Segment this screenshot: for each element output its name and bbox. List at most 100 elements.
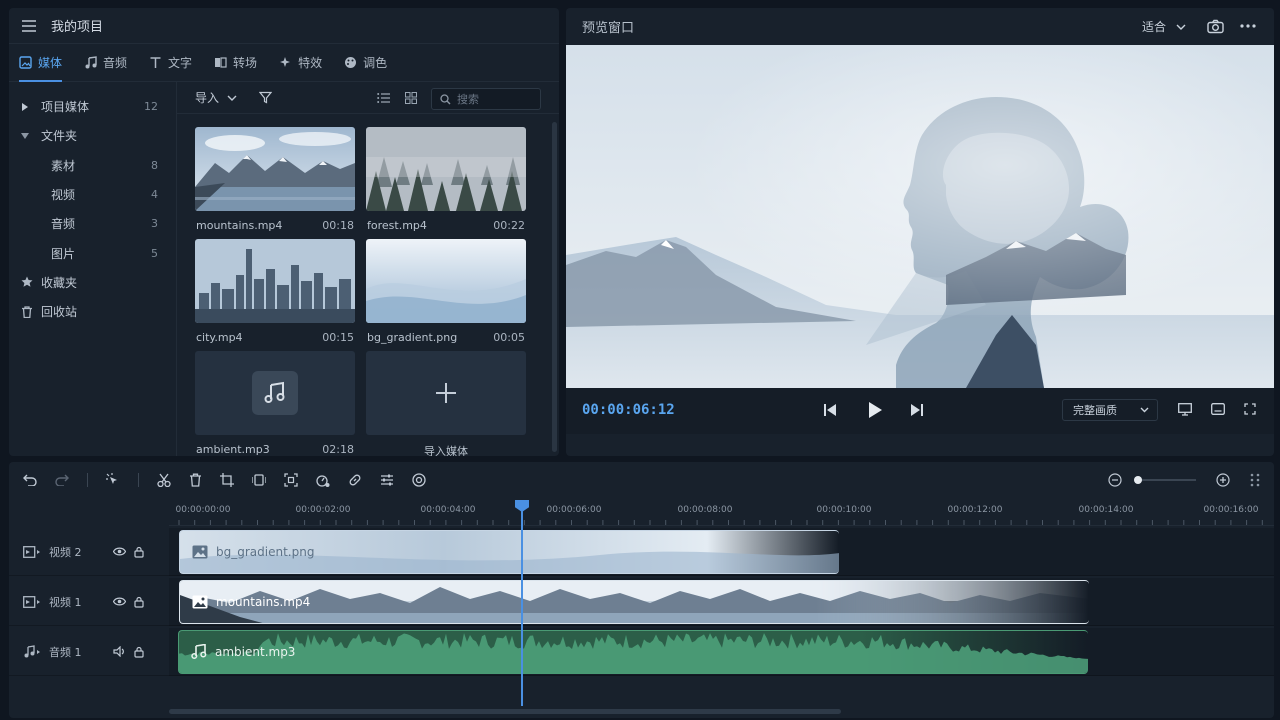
thumbnail: [195, 239, 355, 323]
skip-back-icon[interactable]: [824, 404, 836, 416]
sidebar-item-images[interactable]: 图片 5: [9, 238, 176, 267]
preview-panel: 预览窗口 适合 00:00:06:12 完整画质: [566, 8, 1274, 456]
sidebar-item-audio[interactable]: 音频 3: [9, 209, 176, 238]
preview-title: 预览窗口: [582, 21, 635, 36]
scissors-icon[interactable]: [157, 473, 171, 487]
audio-waveform: [179, 633, 1088, 673]
track-header-audio-1[interactable]: 音频 1: [9, 628, 169, 676]
search-input[interactable]: 搜索: [431, 88, 541, 110]
monitor-icon[interactable]: [1178, 403, 1192, 416]
safe-area-icon[interactable]: [1211, 403, 1225, 415]
fit-frame-icon[interactable]: [284, 473, 298, 487]
ruler-label: 00:00:10:00: [816, 505, 872, 515]
sidebar-item-video[interactable]: 视频 4: [9, 180, 176, 209]
zoom-out-icon[interactable]: [1108, 473, 1122, 487]
track-header-video-1[interactable]: 视频 1: [9, 578, 169, 626]
tab-effects[interactable]: 特效: [279, 44, 322, 82]
timeline-clip-bg-gradient[interactable]: bg_gradient.png: [179, 530, 839, 574]
mask-icon[interactable]: [412, 473, 426, 487]
image-icon: [19, 56, 32, 69]
lock-icon[interactable]: [134, 596, 144, 608]
split-clip-icon[interactable]: [252, 473, 266, 487]
current-timecode: 00:00:06:12: [582, 402, 675, 418]
camera-icon[interactable]: [1207, 19, 1224, 34]
eye-icon[interactable]: [113, 597, 126, 606]
media-item-ambient[interactable]: ambient.mp3 02:18: [195, 351, 355, 456]
zoom-slider[interactable]: [1133, 473, 1196, 487]
grid-view-icon[interactable]: [405, 92, 417, 104]
zoom-controls: [1108, 462, 1260, 498]
more-options-icon[interactable]: [1240, 24, 1256, 28]
media-sidebar: 项目媒体 12 文件夹 素材 8 视频 4 音频 3 图片 5 收藏夹 回收站: [9, 82, 177, 456]
sidebar-item-trash[interactable]: 回收站: [9, 297, 176, 326]
toolbar-divider: [87, 473, 88, 487]
delete-icon[interactable]: [189, 473, 202, 487]
tab-media[interactable]: 媒体: [19, 44, 63, 82]
track-lane-video-1: mountains.mp4: [169, 578, 1274, 626]
play-icon[interactable]: [868, 402, 882, 418]
import-media-label: 导入媒体: [424, 445, 468, 456]
media-item-mountains[interactable]: mountains.mp4 00:18: [195, 127, 355, 232]
project-title: 我的项目: [51, 20, 104, 35]
track-header-video-2[interactable]: 视频 2: [9, 528, 169, 576]
palette-icon: [345, 57, 357, 68]
sidebar-item-assets[interactable]: 素材 8: [9, 151, 176, 180]
fit-dropdown[interactable]: 适合: [1142, 8, 1186, 45]
sidebar-item-project-media[interactable]: 项目媒体 12: [9, 92, 176, 121]
text-icon: [150, 57, 161, 68]
star-icon: [21, 276, 33, 288]
tab-transition[interactable]: 转场: [214, 44, 257, 82]
timeline-clip-ambient[interactable]: ambient.mp3: [178, 630, 1088, 674]
redo-icon[interactable]: [55, 474, 69, 486]
chevron-down-icon: [1176, 24, 1186, 30]
thumbnail: [366, 239, 526, 323]
playback-controls: 00:00:06:12 完整画质: [566, 388, 1274, 434]
filter-icon[interactable]: [259, 91, 273, 104]
music-note-icon: [191, 644, 207, 660]
audio-track-icon: [24, 644, 40, 657]
timeline-scrollbar[interactable]: [169, 709, 841, 714]
video-track-icon: [23, 545, 40, 558]
select-tool-icon[interactable]: [106, 473, 120, 487]
speaker-icon[interactable]: [113, 646, 126, 657]
ruler-label: 00:00:14:00: [1078, 505, 1134, 515]
adjust-icon[interactable]: [380, 473, 394, 487]
zoom-in-icon[interactable]: [1216, 473, 1230, 487]
hamburger-menu-icon[interactable]: [21, 19, 37, 33]
media-item-forest[interactable]: forest.mp4 00:22: [366, 127, 526, 232]
caret-down-icon: [21, 132, 29, 139]
ruler-label: 00:00:12:00: [947, 505, 1003, 515]
lock-icon[interactable]: [134, 646, 144, 658]
eye-icon[interactable]: [113, 547, 126, 556]
plus-icon: [436, 383, 456, 403]
tab-audio[interactable]: 音频: [84, 44, 127, 82]
import-dropdown[interactable]: 导入: [195, 89, 237, 106]
speed-icon[interactable]: [316, 473, 330, 487]
preview-canvas[interactable]: [566, 45, 1274, 388]
sidebar-item-favorites[interactable]: 收藏夹: [9, 268, 176, 297]
drag-handle-icon[interactable]: [1250, 473, 1260, 487]
media-item-bg-gradient[interactable]: bg_gradient.png 00:05: [366, 239, 526, 344]
crop-icon[interactable]: [220, 473, 234, 487]
tab-text[interactable]: 文字: [149, 44, 192, 82]
import-media-button[interactable]: 导入媒体: [366, 351, 526, 456]
undo-icon[interactable]: [23, 474, 37, 486]
link-icon[interactable]: [348, 473, 362, 487]
media-item-city[interactable]: city.mp4 00:15: [195, 239, 355, 344]
media-scrollbar[interactable]: [552, 122, 557, 452]
quality-dropdown[interactable]: 完整画质: [1062, 399, 1158, 421]
lock-icon[interactable]: [134, 546, 144, 558]
tab-color[interactable]: 调色: [344, 44, 387, 82]
thumbnail: [366, 127, 526, 211]
media-grid-area: 导入 搜索 mountains.mp4 00:18 forest.mp4 00:…: [177, 82, 559, 456]
track-lane-audio-1: ambient.mp3: [169, 628, 1274, 676]
sparkle-icon: [280, 57, 291, 67]
sidebar-item-folders[interactable]: 文件夹: [9, 121, 176, 150]
video-track-icon: [23, 595, 40, 608]
playhead[interactable]: [515, 500, 529, 706]
fullscreen-icon[interactable]: [1244, 403, 1256, 415]
list-view-icon[interactable]: [377, 92, 390, 104]
timeline-clip-mountains[interactable]: mountains.mp4: [179, 580, 1089, 624]
timeline-ruler[interactable]: 00:00:00:00 00:00:02:00 00:00:04:00 00:0…: [169, 498, 1274, 526]
skip-forward-icon[interactable]: [911, 404, 923, 416]
